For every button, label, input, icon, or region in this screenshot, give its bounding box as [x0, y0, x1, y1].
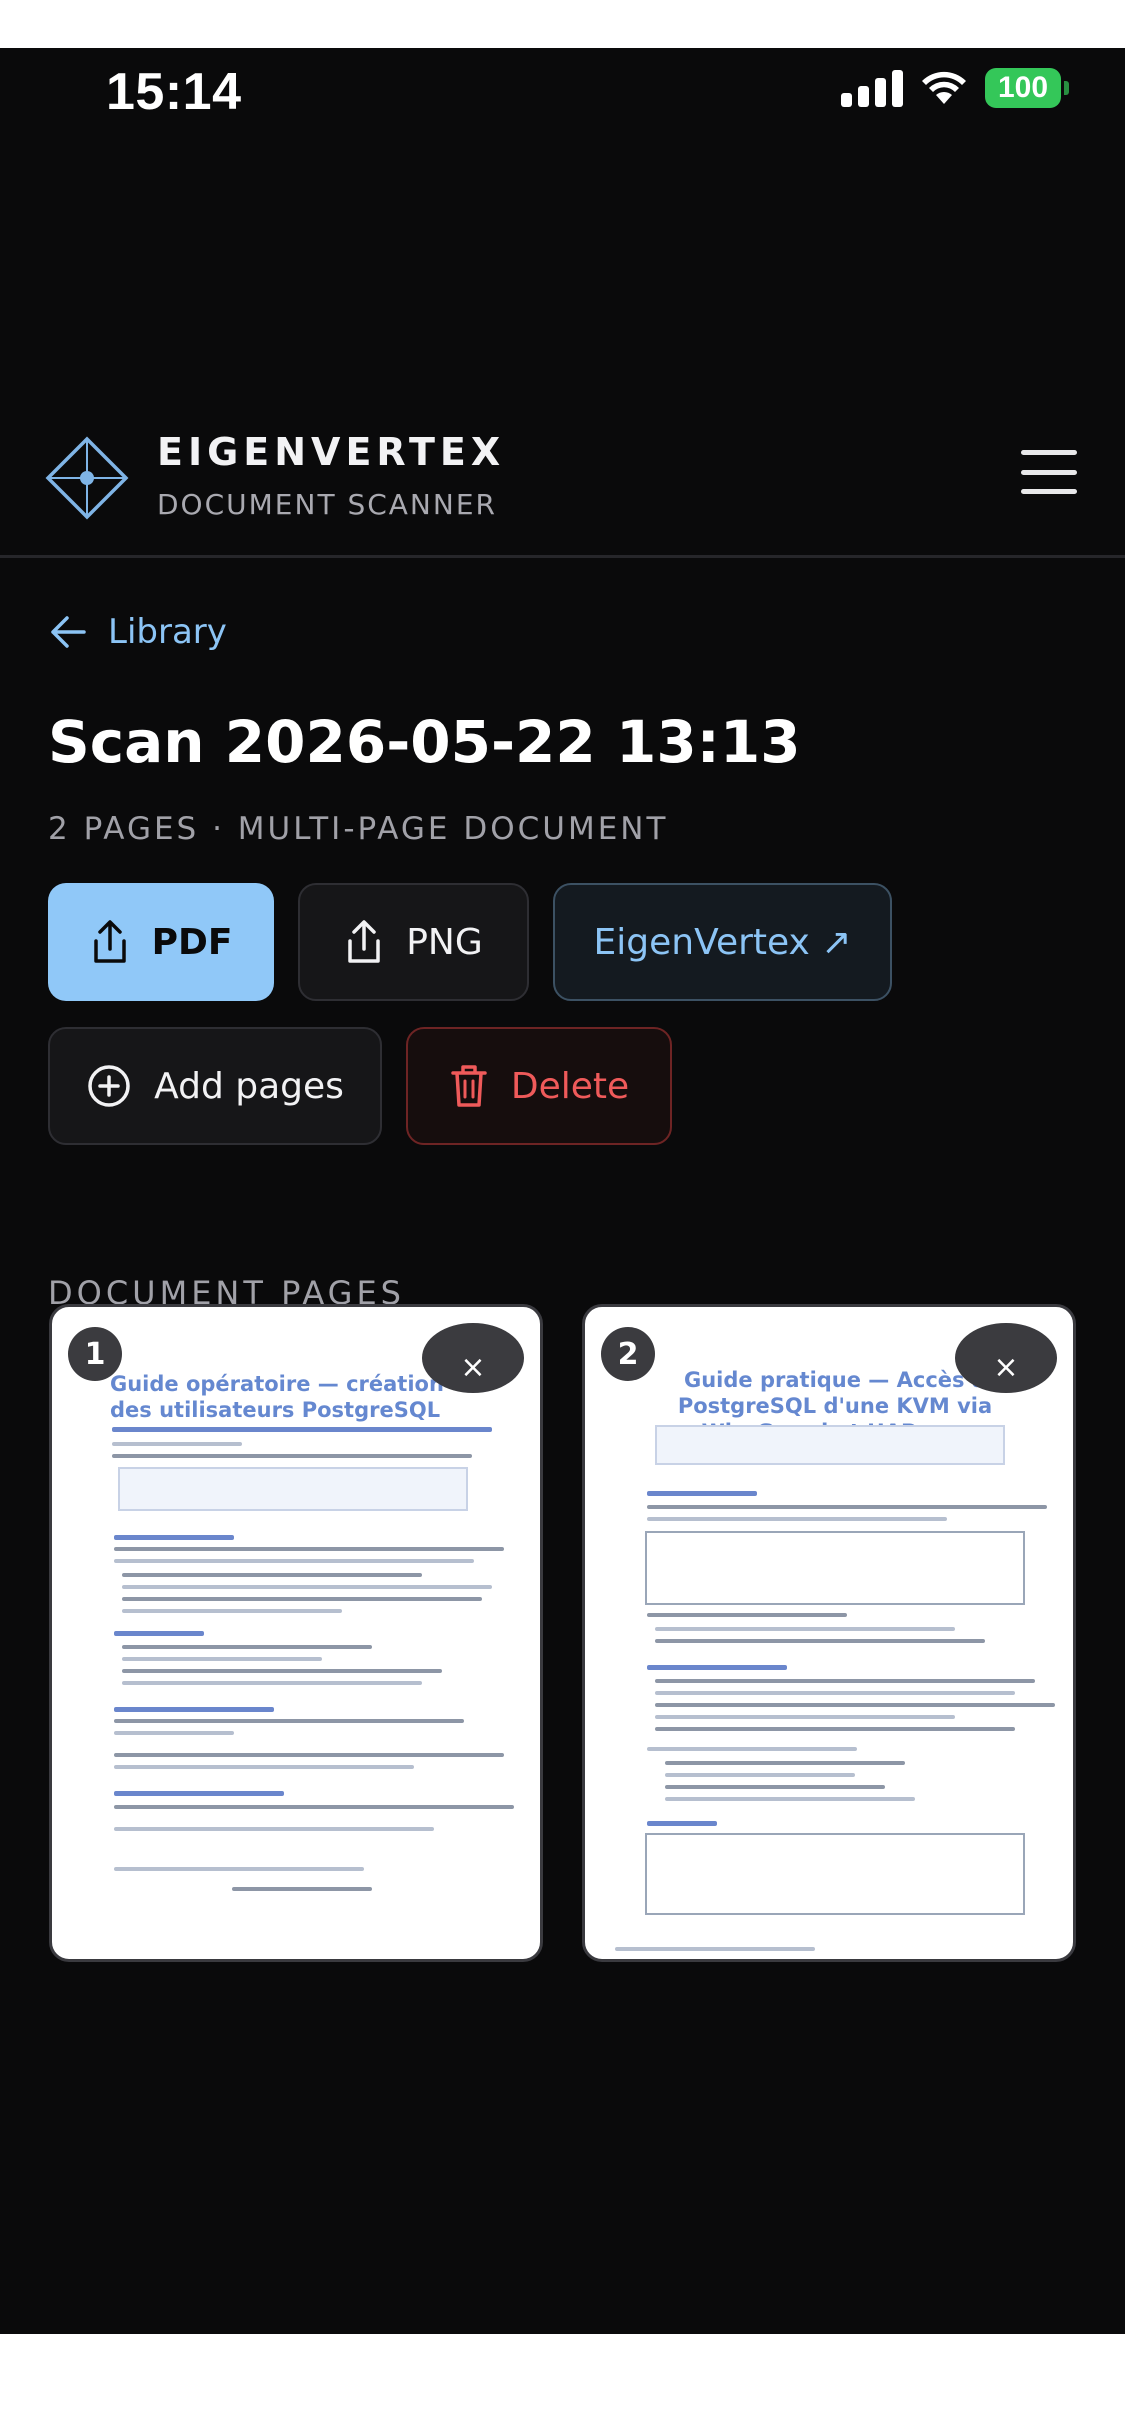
remove-page-button[interactable]: × [955, 1323, 1057, 1393]
arrow-left-icon [51, 616, 86, 648]
document-meta: 2 PAGES · MULTI-PAGE DOCUMENT [48, 811, 669, 847]
delete-document-button[interactable]: Delete [406, 1027, 672, 1145]
share-icon [348, 920, 380, 963]
status-time: 15:14 [106, 63, 242, 121]
trash-icon [451, 1065, 487, 1107]
eigenvertex-label: EigenVertex ↗ [593, 921, 852, 963]
png-label: PNG [406, 921, 483, 963]
plus-circle-icon [88, 1065, 130, 1107]
page-number-badge: 2 [601, 1327, 655, 1381]
app-screen: 15:14 100 EIGENVERTEX DOCUMENT SCANNER L… [0, 48, 1125, 2334]
status-icons: 100 [841, 68, 1069, 108]
battery-level: 100 [985, 68, 1061, 108]
page-number-badge: 1 [68, 1327, 122, 1381]
back-to-library-link[interactable]: Library [50, 612, 227, 652]
battery-icon: 100 [985, 68, 1069, 108]
brand-subtitle: DOCUMENT SCANNER [157, 488, 497, 521]
open-eigenvertex-button[interactable]: EigenVertex ↗ [553, 883, 892, 1001]
hamburger-menu-icon[interactable] [1021, 450, 1077, 494]
scanned-page-image: Guide pratique — Accès à PostgreSQL d'un… [585, 1307, 1073, 1959]
wifi-icon [922, 71, 966, 104]
export-png-button[interactable]: PNG [298, 883, 529, 1001]
bottom-edge [0, 2334, 1125, 2436]
document-title: Scan 2026-05-22 13:13 [48, 708, 801, 776]
add-pages-button[interactable]: Add pages [48, 1027, 382, 1145]
app-header: EIGENVERTEX DOCUMENT SCANNER [0, 378, 1125, 558]
delete-label: Delete [510, 1065, 630, 1107]
eigenvertex-logo-icon [45, 436, 129, 520]
share-icon [93, 920, 126, 963]
scanned-page-image: Guide opératoire — création des utilisat… [52, 1307, 540, 1959]
add-pages-label: Add pages [154, 1065, 344, 1107]
scanned-page-heading: Guide opératoire — création des utilisat… [110, 1372, 444, 1422]
page-thumbnail-2[interactable]: 2 × Guide pratique — Accès à PostgreSQL … [582, 1304, 1076, 1962]
top-edge [0, 0, 1125, 48]
pdf-label: PDF [151, 921, 233, 963]
remove-page-button[interactable]: × [422, 1323, 524, 1393]
page-thumbnail-1[interactable]: 1 × Guide opératoire — création des util… [49, 1304, 543, 1962]
brand-name: EIGENVERTEX [157, 430, 506, 474]
export-pdf-button[interactable]: PDF [48, 883, 274, 1001]
signal-icon [841, 69, 903, 107]
back-label: Library [108, 612, 227, 652]
